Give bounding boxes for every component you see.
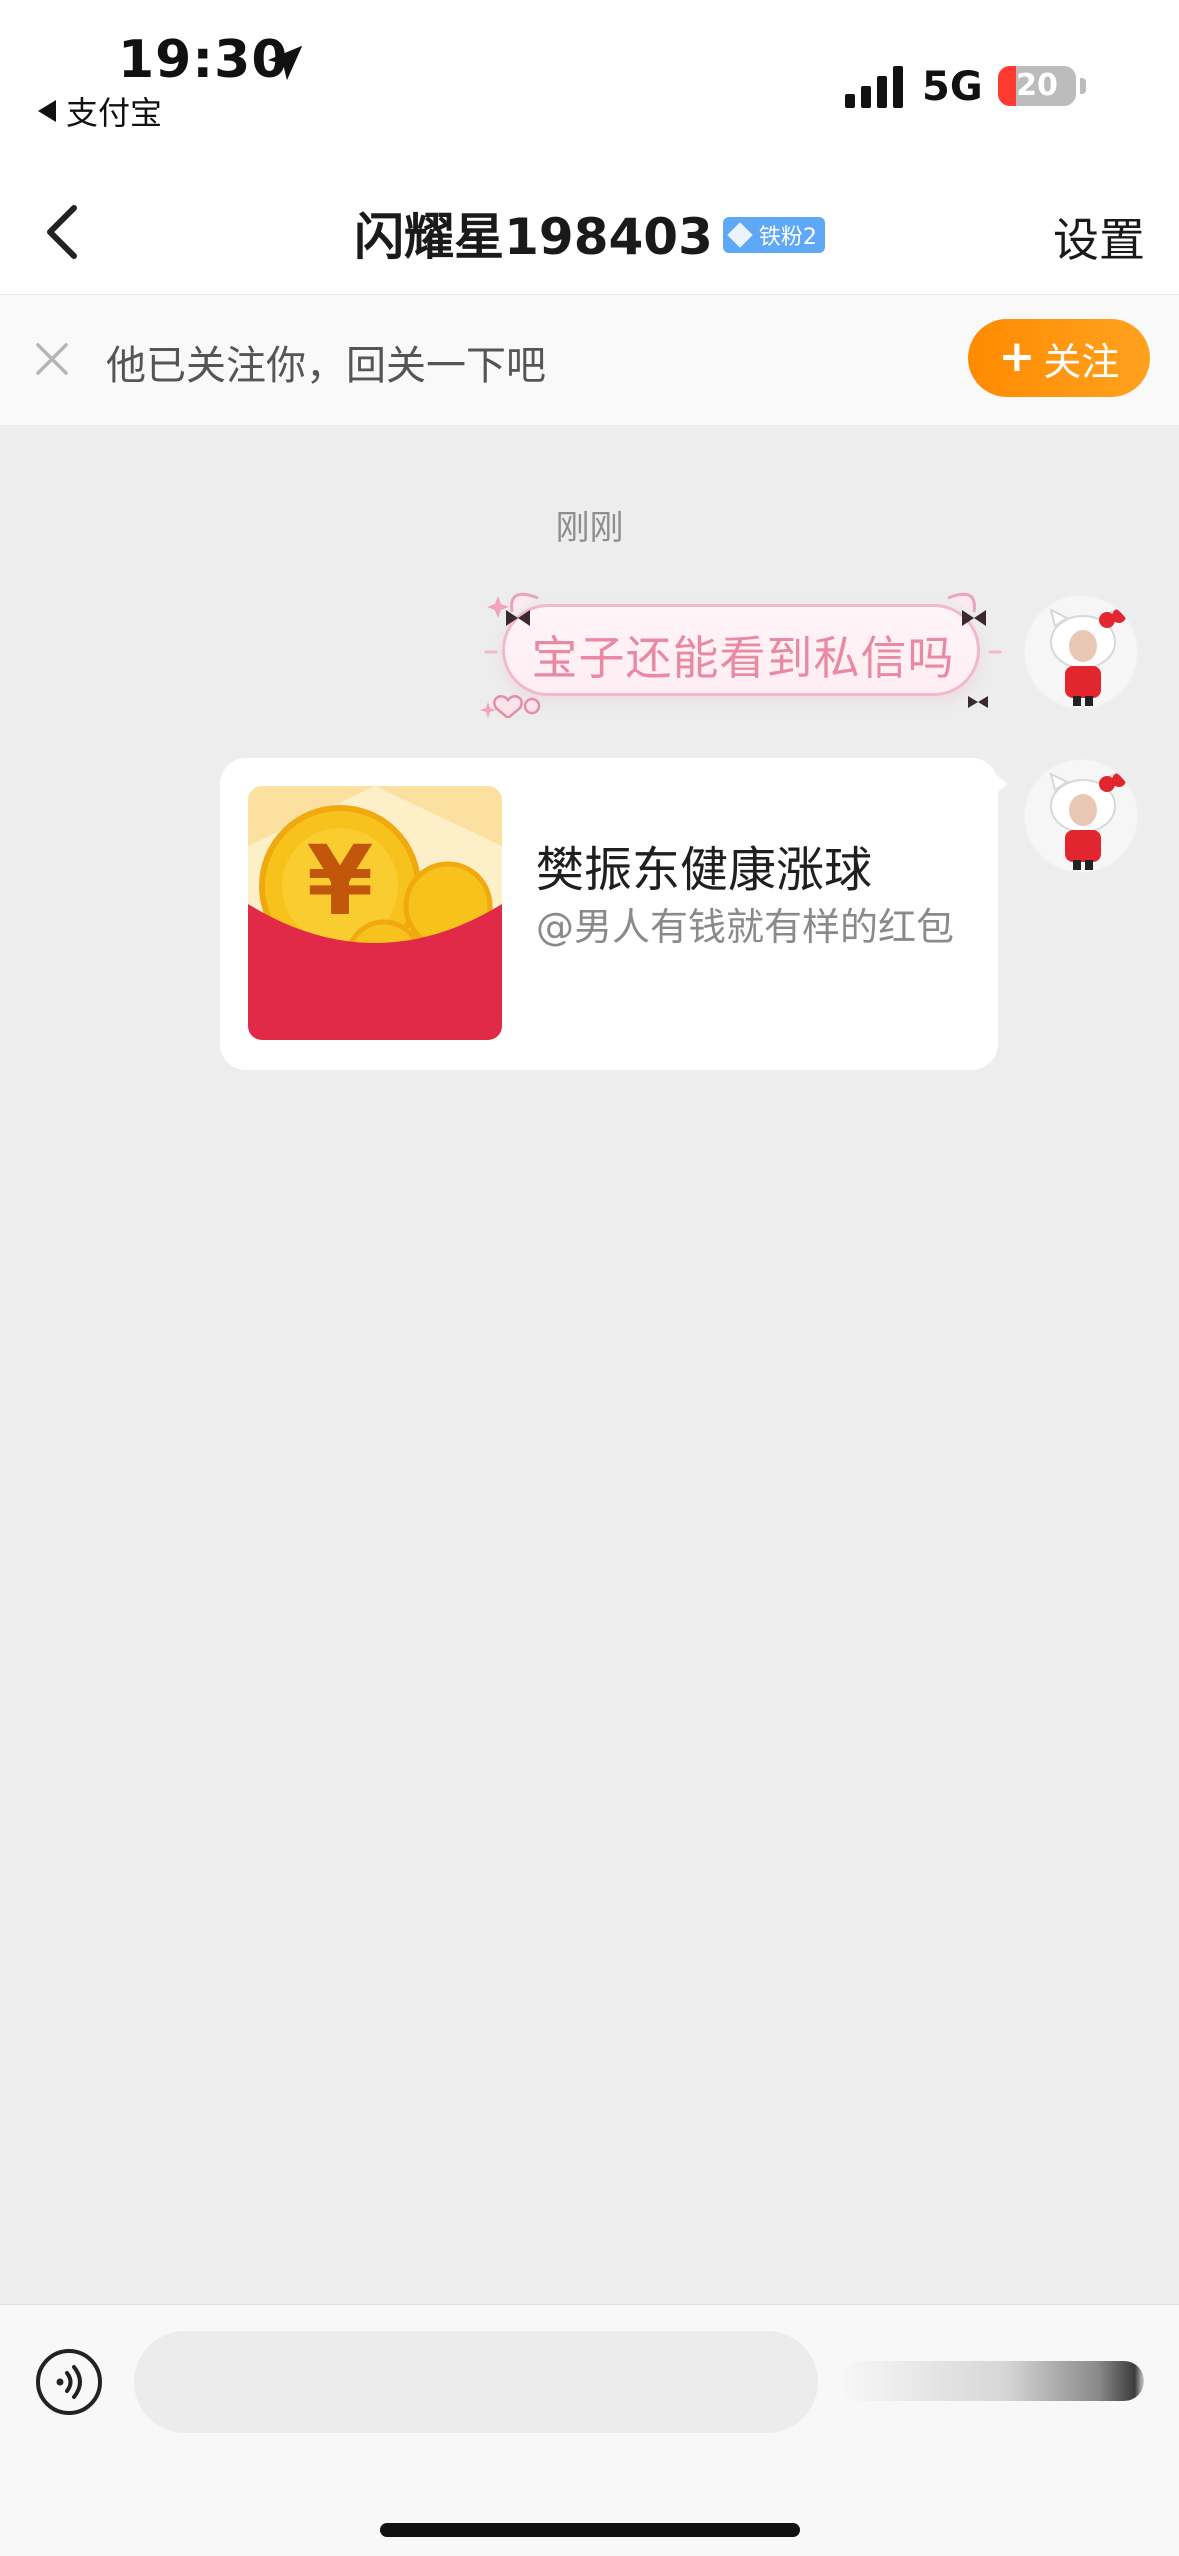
- red-packet-subtitle: @男人有钱就有样的红包: [536, 905, 955, 949]
- red-packet-card[interactable]: ¥ 樊振东健康涨球 @男人有钱就有样的红包: [220, 758, 998, 1070]
- status-bar: 19:30 支付宝 5G 20: [0, 0, 1179, 170]
- battery-icon: 20: [998, 66, 1076, 106]
- red-packet-title: 樊振东健康涨球: [536, 842, 873, 898]
- page-title: 闪耀星198403: [354, 207, 713, 266]
- diamond-icon: [727, 221, 753, 248]
- hello-kitty-avatar-icon: [1025, 596, 1137, 708]
- close-icon[interactable]: [30, 337, 74, 381]
- back-app-label: 支付宝: [66, 94, 163, 132]
- fan-level-badge: 铁粉2: [722, 216, 825, 253]
- plus-icon: +: [998, 330, 1036, 382]
- page-title-group: 闪耀星198403 铁粉2: [0, 170, 1179, 295]
- follow-button[interactable]: + 关注: [968, 319, 1150, 397]
- message-text: 宝子还能看到私信吗: [531, 631, 955, 685]
- message-input[interactable]: [134, 2331, 818, 2433]
- follow-button-label: 关注: [1043, 339, 1120, 384]
- home-indicator: [380, 2523, 800, 2537]
- back-triangle-icon: [38, 100, 56, 122]
- message-timestamp: 刚刚: [555, 508, 624, 548]
- hello-kitty-avatar-icon: [1025, 760, 1137, 872]
- voice-icon[interactable]: [34, 2347, 104, 2417]
- follow-back-banner: 他已关注你，回关一下吧 + 关注: [0, 295, 1179, 425]
- svg-text:¥: ¥: [307, 825, 374, 937]
- back-to-app-link[interactable]: 支付宝: [38, 88, 162, 134]
- avatar[interactable]: [1023, 594, 1139, 710]
- settings-button[interactable]: 设置: [1053, 204, 1145, 270]
- follow-back-text: 他已关注你，回关一下吧: [106, 343, 546, 389]
- input-tools-area[interactable]: [838, 2361, 1144, 2401]
- signal-bars-icon: [845, 66, 903, 108]
- battery-percent: 20: [1016, 68, 1058, 103]
- nav-bar: 闪耀星198403 铁粉2 设置: [0, 170, 1179, 295]
- card-tail: [990, 770, 1008, 798]
- red-packet-icon: ¥: [248, 786, 502, 1040]
- fan-badge-label: 铁粉2: [758, 224, 817, 250]
- location-arrow-icon: [267, 45, 303, 81]
- text-message-bubble[interactable]: 宝子还能看到私信吗: [478, 582, 1008, 718]
- battery-cap: [1080, 78, 1086, 94]
- network-label: 5G: [922, 64, 983, 110]
- input-bar: [0, 2304, 1179, 2556]
- avatar[interactable]: [1023, 758, 1139, 874]
